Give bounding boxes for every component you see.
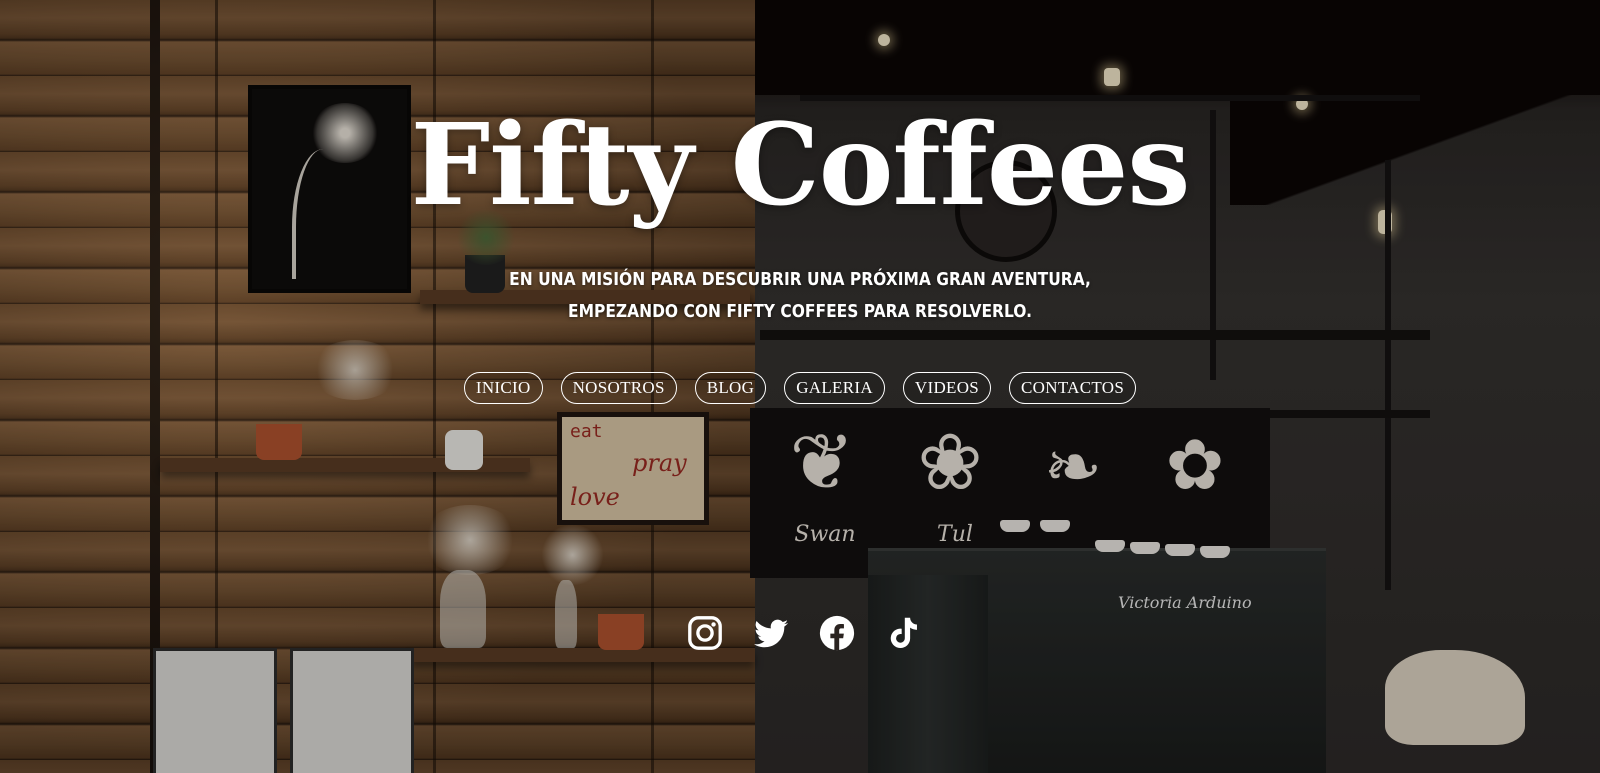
hero-section: Fifty Coffees EN UNA MISIÓN PARA DESCUBR… — [0, 0, 1600, 773]
twitter-link[interactable] — [752, 614, 790, 652]
facebook-link[interactable] — [818, 614, 856, 652]
nav-link-blog[interactable]: BLOG — [694, 372, 767, 404]
instagram-icon — [688, 616, 722, 650]
main-nav: INICIO NOSOTROS BLOG GALERIA VIDEOS CONT… — [0, 372, 1600, 404]
tiktok-icon — [890, 617, 917, 649]
twitter-icon — [753, 619, 789, 648]
nav-link-contactos[interactable]: CONTACTOS — [1009, 372, 1137, 404]
tiktok-link[interactable] — [884, 614, 922, 652]
instagram-link[interactable] — [686, 614, 724, 652]
tagline-line-2: EMPEZANDO CON FIFTY COFFEES PARA RESOLVE… — [568, 301, 1032, 322]
tagline-line-1: EN UNA MISIÓN PARA DESCUBRIR UNA PRÓXIMA… — [509, 269, 1091, 290]
social-links — [0, 614, 1600, 652]
nav-link-videos[interactable]: VIDEOS — [902, 372, 992, 404]
site-title: Fifty Coffees — [410, 100, 1191, 231]
facebook-icon — [819, 615, 855, 651]
nav-link-inicio[interactable]: INICIO — [463, 372, 543, 404]
tagline: EN UNA MISIÓN PARA DESCUBRIR UNA PRÓXIMA… — [112, 264, 1488, 328]
nav-link-nosotros[interactable]: NOSOTROS — [560, 372, 677, 404]
nav-link-galeria[interactable]: GALERIA — [784, 372, 885, 404]
